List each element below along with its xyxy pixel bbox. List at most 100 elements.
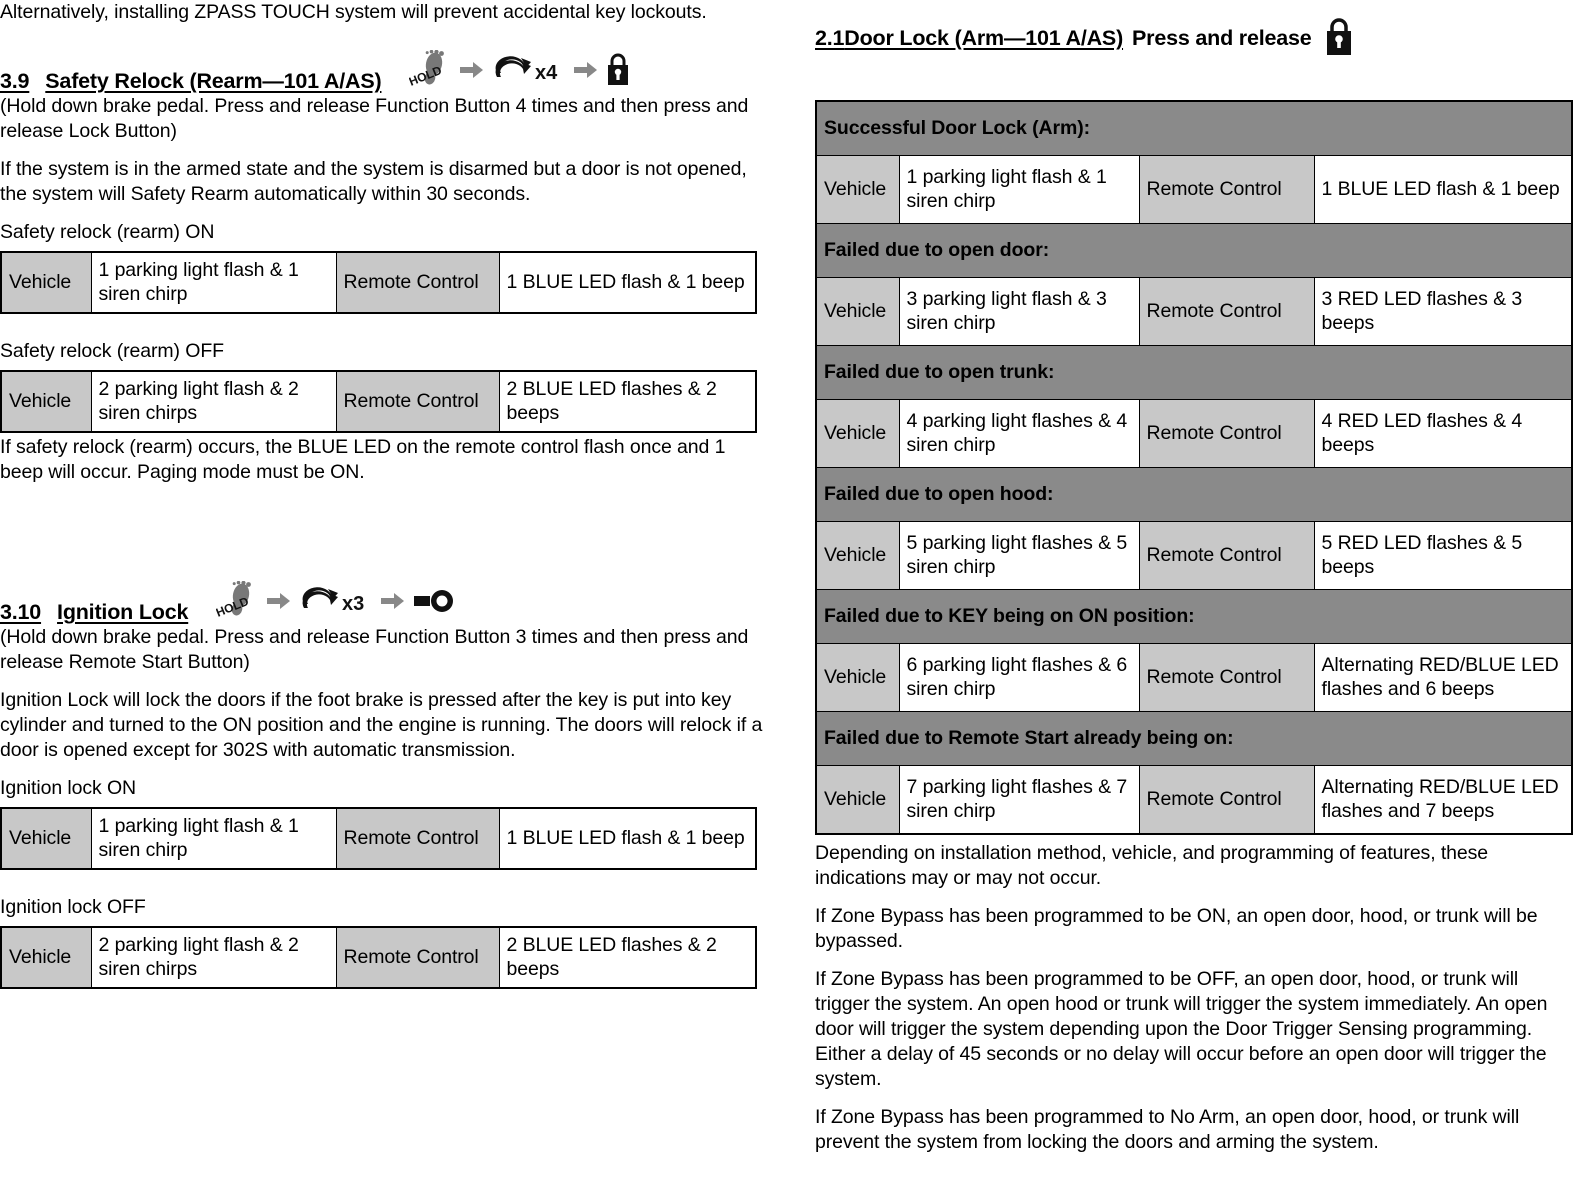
vehicle-value-cell: 1 parking light flash & 1 siren chirp xyxy=(90,807,337,870)
table-group-header-row: Failed due to open door: xyxy=(815,223,1573,278)
right-column: 2.1Door Lock (Arm—101 A/AS) Press and re… xyxy=(815,0,1575,1155)
key-icon xyxy=(414,590,454,612)
document-page: Alternatively, installing ZPASS TOUCH sy… xyxy=(0,0,1584,1192)
section-3-9-instruction: (Hold down brake pedal. Press and releas… xyxy=(0,95,749,142)
left-column: Alternatively, installing ZPASS TOUCH sy… xyxy=(0,0,770,989)
note-paragraph-2: If Zone Bypass has been programmed to be… xyxy=(815,905,1538,952)
remote-value-cell: 3 RED LED flashes & 3 beeps xyxy=(1313,277,1573,346)
group-header-cell: Failed due to Remote Start already being… xyxy=(815,711,1573,766)
vehicle-label-cell: Vehicle xyxy=(815,155,900,224)
remote-label-cell: Remote Control xyxy=(335,807,500,870)
vehicle-value-cell: 1 parking light flash & 1 siren chirp xyxy=(90,251,337,314)
vehicle-label-cell: Vehicle xyxy=(0,370,92,433)
section-3-10-title: 3.10 Ignition Lock xyxy=(0,600,188,625)
vehicle-label-cell: Vehicle xyxy=(815,643,900,712)
table-row: Vehicle 2 parking light flash & 2 siren … xyxy=(0,926,757,989)
vehicle-value-cell: 1 parking light flash & 1 siren chirp xyxy=(898,155,1140,224)
remote-value-cell: 2 BLUE LED flashes & 2 beeps xyxy=(498,926,757,989)
ignition-lock-on-table: Vehicle 1 parking light flash & 1 siren … xyxy=(0,807,757,870)
door-lock-indication-table: Successful Door Lock (Arm): Vehicle 1 park… xyxy=(815,100,1574,835)
table-group-header-row: Failed due to KEY being on ON position: xyxy=(815,589,1573,644)
section-3-9-number: 3.9 xyxy=(0,69,30,93)
refresh-multiplier-label: x4 xyxy=(535,62,558,84)
intro-paragraph: Alternatively, installing ZPASS TOUCH sy… xyxy=(0,1,707,23)
table-row: Vehicle 2 parking light flash & 2 siren … xyxy=(0,370,757,433)
section-3-10-instruction: (Hold down brake pedal. Press and releas… xyxy=(0,626,749,673)
table-row: Vehicle 1 parking light flash & 1 siren … xyxy=(0,807,757,870)
refresh-x4-icon: x4 xyxy=(496,56,559,84)
section-3-10-description: Ignition Lock will lock the doors if the… xyxy=(0,689,763,761)
section-2-1-number: 2.1 xyxy=(815,25,845,50)
padlock-icon xyxy=(608,53,629,85)
vehicle-label-cell: Vehicle xyxy=(815,277,900,346)
table-row: Vehicle 7 parking light flashes & 7 siren… xyxy=(815,765,1573,835)
remote-label-cell: Remote Control xyxy=(1138,765,1315,835)
table-row: Vehicle 3 parking light flash & 3 siren c… xyxy=(815,277,1573,346)
remote-value-cell: 1 BLUE LED flash & 1 beep xyxy=(498,251,757,314)
section-2-1-title: 2.1Door Lock (Arm—101 A/AS) xyxy=(815,26,1123,51)
vehicle-label-cell: Vehicle xyxy=(815,399,900,468)
vehicle-value-cell: 6 parking light flashes & 6 siren chirp xyxy=(898,643,1140,712)
remote-label-cell: Remote Control xyxy=(335,926,500,989)
foot-hold-icon: HOLD xyxy=(216,581,251,620)
arrow-right-icon xyxy=(460,62,484,78)
section-3-10-title-text: Ignition Lock xyxy=(57,600,189,624)
padlock-icon xyxy=(1326,18,1351,55)
table-row: Vehicle 6 parking light flashes & 6 siren… xyxy=(815,643,1573,712)
vehicle-label-cell: Vehicle xyxy=(815,521,900,590)
remote-label-cell: Remote Control xyxy=(1138,155,1315,224)
table-row: Vehicle 4 parking light flashes & 4 siren… xyxy=(815,399,1573,468)
table-group-header-row: Successful Door Lock (Arm): xyxy=(815,100,1573,156)
vehicle-value-cell: 5 parking light flashes & 5 siren chirp xyxy=(898,521,1140,590)
safety-relock-footnote: If safety relock (rearm) occurs, the BLU… xyxy=(0,436,726,483)
table-row: Vehicle 5 parking light flashes & 5 siren… xyxy=(815,521,1573,590)
table-row: Vehicle 1 parking light flash & 1 siren c… xyxy=(815,155,1573,224)
section-3-9-title: 3.9 Safety Relock (Rearm—101 A/AS) xyxy=(0,69,382,94)
vehicle-value-cell: 2 parking light flash & 2 siren chirps xyxy=(90,926,337,989)
note-paragraph-1: Depending on installation method, vehicl… xyxy=(815,842,1489,889)
section-3-9-title-text: Safety Relock (Rearm—101 A/AS) xyxy=(45,69,382,93)
section-3-10-heading: 3.10 Ignition Lock HOLD x3 xyxy=(0,581,770,625)
ignition-lock-on-caption: Ignition lock ON xyxy=(0,777,137,799)
safety-relock-on-table: Vehicle 1 parking light flash & 1 siren … xyxy=(0,251,757,314)
table-group-header-row: Failed due to Remote Start already being… xyxy=(815,711,1573,766)
ignition-lock-off-caption: Ignition lock OFF xyxy=(0,896,146,918)
section-2-1-suffix: Press and release xyxy=(1132,25,1312,50)
refresh-x3-icon: x3 xyxy=(302,587,364,615)
remote-label-cell: Remote Control xyxy=(335,251,500,314)
remote-label-cell: Remote Control xyxy=(1138,643,1315,712)
arrow-right-icon xyxy=(574,62,598,78)
table-row: Vehicle 1 parking light flash & 1 siren … xyxy=(0,251,757,314)
remote-value-cell: Alternating RED/BLUE LED flashes and 7 b… xyxy=(1313,765,1573,835)
safety-relock-on-caption: Safety relock (rearm) ON xyxy=(0,221,215,243)
ignition-lock-off-table: Vehicle 2 parking light flash & 2 siren … xyxy=(0,926,757,989)
note-paragraph-4: If Zone Bypass has been programmed to No… xyxy=(815,1106,1520,1153)
arrow-right-icon xyxy=(267,593,291,609)
group-header-cell: Failed due to KEY being on ON position: xyxy=(815,589,1573,644)
safety-relock-off-table: Vehicle 2 parking light flash & 2 siren … xyxy=(0,370,757,433)
section-3-9-heading: 3.9 Safety Relock (Rearm—101 A/AS) HOLD xyxy=(0,50,770,94)
remote-label-cell: Remote Control xyxy=(335,370,500,433)
remote-label-cell: Remote Control xyxy=(1138,521,1315,590)
vehicle-label-cell: Vehicle xyxy=(815,765,900,835)
vehicle-label-cell: Vehicle xyxy=(0,926,92,989)
table-group-header-row: Failed due to open trunk: xyxy=(815,345,1573,400)
remote-label-cell: Remote Control xyxy=(1138,277,1315,346)
remote-value-cell: 4 RED LED flashes & 4 beeps xyxy=(1313,399,1573,468)
section-3-9-description: If the system is in the armed state and … xyxy=(0,158,747,205)
remote-label-cell: Remote Control xyxy=(1138,399,1315,468)
vehicle-value-cell: 2 parking light flash & 2 siren chirps xyxy=(90,370,337,433)
vehicle-value-cell: 3 parking light flash & 3 siren chirp xyxy=(898,277,1140,346)
vehicle-value-cell: 4 parking light flashes & 4 siren chirp xyxy=(898,399,1140,468)
remote-value-cell: 1 BLUE LED flash & 1 beep xyxy=(1313,155,1573,224)
icon-strip-3-9: HOLD x4 xyxy=(409,50,631,90)
group-header-cell: Failed due to open hood: xyxy=(815,467,1573,522)
remote-value-cell: 1 BLUE LED flash & 1 beep xyxy=(498,807,757,870)
table-group-header-row: Failed due to open hood: xyxy=(815,467,1573,522)
section-2-1-heading: 2.1Door Lock (Arm—101 A/AS) Press and re… xyxy=(815,18,1575,58)
group-header-cell: Failed due to open door: xyxy=(815,223,1573,278)
vehicle-label-cell: Vehicle xyxy=(0,251,92,314)
refresh-multiplier-label: x3 xyxy=(342,593,364,615)
remote-value-cell: 5 RED LED flashes & 5 beeps xyxy=(1313,521,1573,590)
safety-relock-off-caption: Safety relock (rearm) OFF xyxy=(0,340,224,362)
